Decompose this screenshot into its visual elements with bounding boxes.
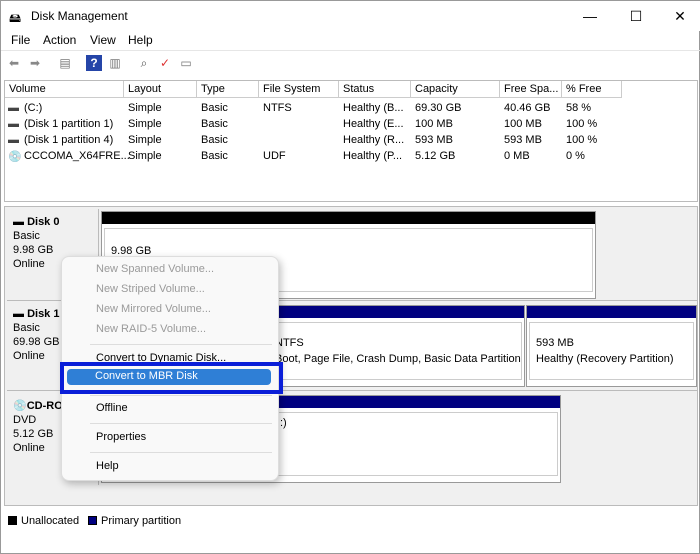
menu-separator	[90, 452, 272, 453]
disk-type: DVD	[13, 414, 37, 426]
disk-name: Disk 0	[27, 216, 60, 228]
menu-new-raid5-volume: New RAID-5 Volume...	[96, 323, 207, 335]
table-cell: 5.12 GB	[415, 150, 456, 162]
table-cell: Simple	[128, 134, 162, 146]
table-cell: 0 MB	[504, 150, 530, 162]
back-icon[interactable]: ⬅	[6, 55, 22, 71]
disk-icon: ▬	[13, 308, 28, 320]
table-cell: Basic	[201, 102, 228, 114]
action-pane-icon[interactable]: ▥	[107, 55, 123, 71]
console-tree-icon[interactable]: ▤	[57, 55, 73, 71]
table-cell: Basic	[201, 150, 228, 162]
col-capacity[interactable]: Capacity	[411, 81, 500, 98]
partition-status: Boot, Page File, Crash Dump, Basic Data …	[275, 353, 521, 365]
minimize-button[interactable]: —	[575, 5, 605, 27]
menu-separator	[90, 395, 272, 396]
menu-action[interactable]: Action	[43, 33, 76, 47]
disk-status: Online	[13, 258, 45, 270]
table-cell: Simple	[128, 102, 162, 114]
window-title: Disk Management	[31, 9, 128, 23]
check-icon[interactable]: ✓	[157, 55, 173, 71]
col-layout[interactable]: Layout	[124, 81, 197, 98]
table-cell: Healthy (R...	[343, 134, 405, 146]
menu-new-striped-volume: New Striped Volume...	[96, 283, 205, 295]
partition-size: 593 MB	[536, 337, 574, 349]
table-cell: (C:)	[24, 102, 43, 114]
table-cell: 58 %	[566, 102, 592, 114]
menu-view[interactable]: View	[90, 33, 116, 47]
table-cell: 100 MB	[504, 118, 542, 130]
recovery-partition[interactable]: 593 MB Healthy (Recovery Partition)	[526, 305, 697, 387]
connect-icon[interactable]: ⌕	[136, 55, 152, 71]
forward-icon[interactable]: ➡	[27, 55, 43, 71]
disk-size: 5.12 GB	[13, 428, 54, 440]
menu-separator	[90, 344, 272, 345]
table-cell: 593 MB	[504, 134, 542, 146]
disk-icon: ▬	[13, 216, 28, 228]
table-cell: Simple	[128, 118, 162, 130]
col-type[interactable]: Type	[197, 81, 259, 98]
col-volume[interactable]: Volume	[5, 81, 124, 98]
legend-primary: Primary partition	[101, 515, 182, 527]
col-percent-free[interactable]: % Free	[562, 81, 622, 98]
table-cell: Healthy (E...	[343, 118, 404, 130]
partition-fs: NTFS	[275, 337, 304, 349]
table-cell: Healthy (B...	[343, 102, 404, 114]
disk-status: Online	[13, 442, 45, 454]
toolbar: ⬅ ➡ ▤ ? ▥ ⌕ ✓ ▭	[1, 50, 700, 74]
table-cell: (Disk 1 partition 4)	[24, 134, 114, 146]
menu-help[interactable]: Help	[128, 33, 153, 47]
help-icon[interactable]: ?	[86, 55, 102, 71]
menu-help[interactable]: Help	[96, 460, 119, 472]
volume-list: Volume Layout Type File System Status Ca…	[4, 80, 698, 202]
title-bar: 🖴 Disk Management — ☐ ✕	[1, 1, 700, 31]
menu-file[interactable]: File	[11, 33, 30, 47]
table-cell: 100 MB	[415, 118, 453, 130]
partition-label: :)	[280, 417, 287, 429]
table-cell: Simple	[128, 150, 162, 162]
table-cell: 100 %	[566, 118, 598, 130]
dvd-icon: 💿	[13, 400, 27, 412]
disk-size: 69.98 GB	[13, 336, 60, 348]
menu-new-spanned-volume: New Spanned Volume...	[96, 263, 215, 275]
partition-status: Healthy (Recovery Partition)	[536, 353, 674, 365]
menu-offline[interactable]: Offline	[96, 402, 128, 414]
legend: Unallocated Primary partition	[4, 511, 698, 531]
table-cell: 40.46 GB	[504, 102, 551, 114]
disk-status: Online	[13, 350, 45, 362]
menu-convert-mbr[interactable]: Convert to MBR Disk	[67, 369, 271, 385]
disk-type: Basic	[13, 322, 40, 334]
primary-swatch	[88, 516, 97, 525]
table-cell: (Disk 1 partition 1)	[24, 118, 114, 130]
table-cell: 69.30 GB	[415, 102, 462, 114]
menu-properties[interactable]: Properties	[96, 431, 146, 443]
col-file-system[interactable]: File System	[259, 81, 339, 98]
table-cell: Healthy (P...	[343, 150, 403, 162]
col-free-space[interactable]: Free Spa...	[500, 81, 562, 98]
volume-icon: ▬	[8, 102, 19, 114]
table-cell: 593 MB	[415, 134, 453, 146]
table-cell: Basic	[201, 134, 228, 146]
table-cell: NTFS	[263, 102, 292, 114]
table-cell: Basic	[201, 118, 228, 130]
dvd-icon: 💿	[8, 151, 22, 163]
col-status[interactable]: Status	[339, 81, 411, 98]
properties-icon[interactable]: ▭	[178, 55, 194, 71]
menu-separator	[90, 423, 272, 424]
table-cell: 0 %	[566, 150, 585, 162]
disk-type: Basic	[13, 230, 40, 242]
table-cell: UDF	[263, 150, 286, 162]
unallocated-swatch	[8, 516, 17, 525]
legend-unallocated: Unallocated	[21, 515, 80, 527]
volume-icon: ▬	[8, 134, 19, 146]
table-cell: 100 %	[566, 134, 598, 146]
disk-management-icon: 🖴	[9, 11, 22, 25]
close-button[interactable]: ✕	[665, 5, 695, 27]
maximize-button[interactable]: ☐	[621, 5, 651, 27]
table-cell: CCCOMA_X64FRE...	[24, 150, 130, 162]
volume-icon: ▬	[8, 118, 19, 130]
disk-size: 9.98 GB	[13, 244, 54, 256]
menu-new-mirrored-volume: New Mirrored Volume...	[96, 303, 211, 315]
disk-name: Disk 1	[27, 308, 60, 320]
